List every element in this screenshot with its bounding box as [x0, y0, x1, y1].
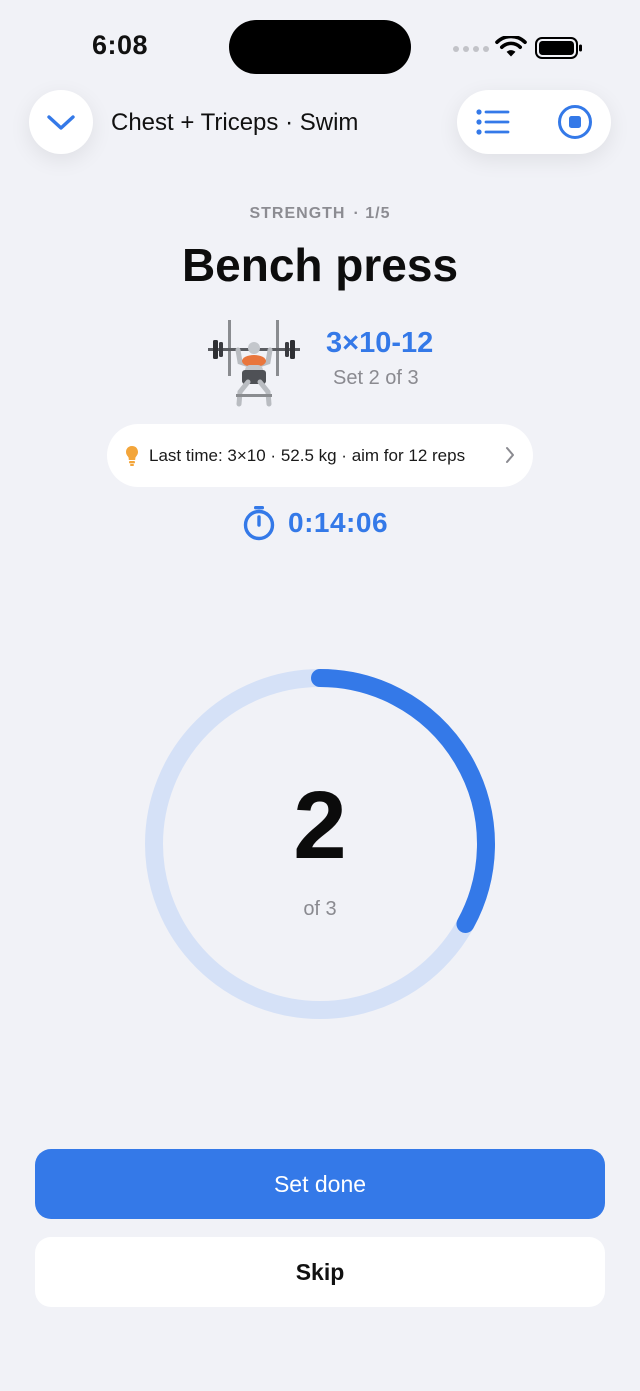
bench-press-illustration — [208, 320, 300, 407]
elapsed-timer: 0:14:06 — [242, 505, 388, 541]
hint-text: Last time: 3×10 · 52.5 kg · aim for 12 r… — [149, 445, 466, 465]
rep-scheme: 3×10-12 — [326, 327, 434, 359]
exercise-position: · 1/5 — [353, 205, 391, 222]
status-bar: 6:08 — [0, 0, 640, 96]
chevron-down-icon — [47, 115, 75, 130]
current-set-number: 2 — [293, 772, 347, 879]
last-time-hint[interactable]: Last time: 3×10 · 52.5 kg · aim for 12 r… — [107, 424, 533, 487]
set-done-button[interactable]: Set done — [35, 1149, 605, 1219]
stopwatch-icon — [243, 506, 275, 541]
wifi-icon — [495, 36, 527, 57]
cellular-signal-icon — [453, 46, 489, 52]
category-label: STRENGTH — [249, 205, 346, 222]
skip-button[interactable]: Skip — [35, 1237, 605, 1307]
total-sets-label: of 3 — [303, 898, 337, 920]
timer-value: 0:14:06 — [288, 507, 389, 538]
workout-title: Chest + Triceps · Swim — [111, 109, 359, 136]
chevron-right-icon — [506, 447, 514, 463]
set-progress: Set 2 of 3 — [333, 367, 419, 389]
dynamic-island — [229, 20, 411, 74]
collapse-button[interactable] — [29, 90, 93, 154]
header-actions — [457, 90, 611, 154]
exercise-list-button[interactable] — [475, 104, 511, 140]
stop-workout-button[interactable] — [557, 104, 593, 140]
lightbulb-icon — [126, 445, 138, 466]
stop-icon — [558, 105, 592, 139]
exercise-name: Bench press — [181, 239, 459, 291]
list-icon — [476, 109, 510, 135]
exercise-category: STRENGTH · 1/5 — [0, 205, 640, 223]
battery-icon — [535, 37, 582, 59]
status-time: 6:08 — [92, 30, 149, 60]
